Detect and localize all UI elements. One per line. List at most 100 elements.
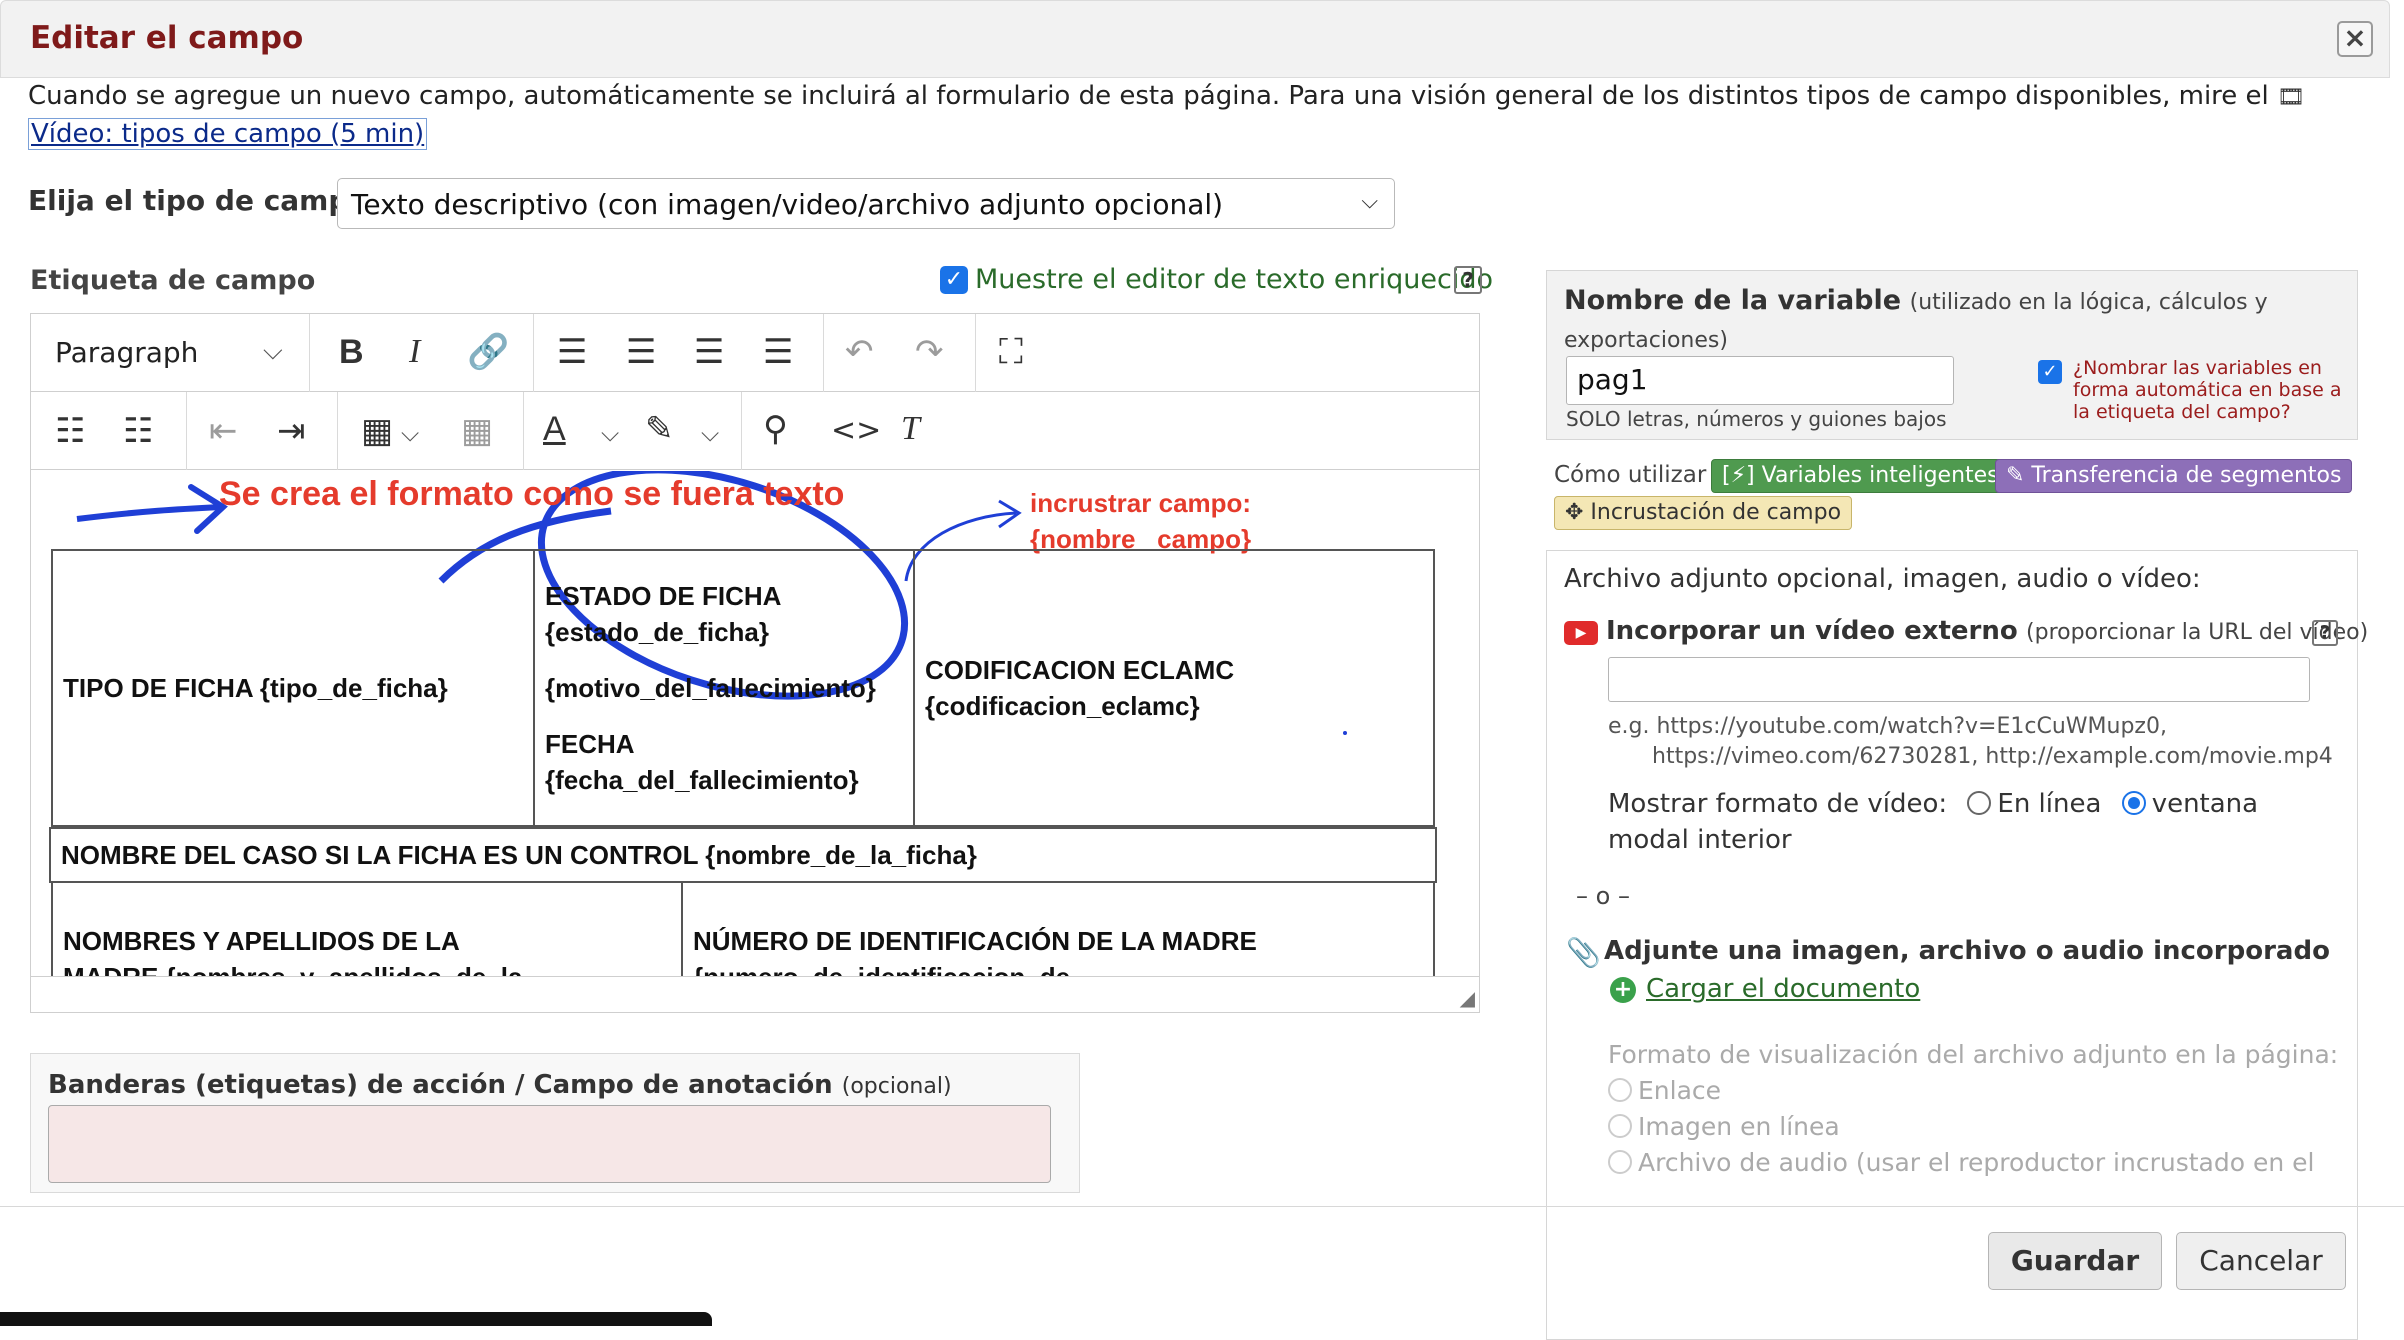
- dialog-titlebar: [0, 0, 2390, 78]
- align-right-icon[interactable]: ☰: [694, 335, 724, 369]
- text-color-icon[interactable]: A: [543, 412, 566, 446]
- chevron-down-icon[interactable]: ⌵: [601, 416, 619, 450]
- field-type-label: Elija el tipo de campo: [28, 184, 368, 217]
- rich-text-label[interactable]: Muestre el editor de texto enriquecido: [975, 264, 1493, 295]
- align-center-icon[interactable]: ☰: [626, 335, 656, 369]
- fullscreen-icon[interactable]: ⛶: [999, 335, 1023, 369]
- display-image-radio[interactable]: [1608, 1114, 1632, 1138]
- variable-name-hint: SOLO letras, números y guiones bajos: [1566, 407, 1947, 431]
- bottom-bar: [0, 1312, 712, 1326]
- cell-text: NOMBRES Y APELLIDOS DE LA: [63, 926, 460, 956]
- display-link-radio[interactable]: [1608, 1078, 1632, 1102]
- display-audio-label[interactable]: Archivo de audio (usar el reproductor in…: [1638, 1148, 2314, 1177]
- video-example: e.g. https://youtube.com/watch?v=E1cCuWM…: [1608, 712, 2333, 772]
- video-format-label: Mostrar formato de vídeo:: [1608, 789, 1948, 819]
- cell-text: MADRE {nombres_y_apellidos_de_la: [63, 959, 671, 976]
- display-link-option[interactable]: Enlace: [1608, 1076, 1721, 1105]
- video-help-button[interactable]: ?: [2312, 620, 2338, 646]
- clear-format-icon[interactable]: T: [901, 412, 920, 446]
- display-image-label[interactable]: Imagen en línea: [1638, 1112, 1840, 1141]
- format-inline-label[interactable]: En línea: [1997, 789, 2101, 819]
- cell-text: {numero_de_identificacion_de: [693, 959, 1423, 976]
- highlight-icon[interactable]: ✎: [645, 412, 674, 446]
- table-icon[interactable]: ▦: [361, 414, 393, 448]
- action-tags-optional: (opcional): [841, 1074, 952, 1099]
- toolbar-divider: [186, 392, 187, 470]
- variable-name-input[interactable]: pag1: [1566, 356, 1954, 405]
- action-tags-input[interactable]: [48, 1105, 1051, 1183]
- format-modal-radio[interactable]: [2121, 791, 2146, 815]
- action-tags-title: Banderas (etiquetas) de acción / Campo d…: [48, 1070, 833, 1100]
- cell-text: TIPO DE FICHA {tipo_de_ficha}: [63, 673, 448, 703]
- save-button[interactable]: Guardar: [1988, 1232, 2162, 1290]
- auto-name-label[interactable]: ¿Nombrar las variables en forma automáti…: [2073, 357, 2351, 423]
- display-link-label[interactable]: Enlace: [1638, 1076, 1721, 1105]
- italic-icon[interactable]: I: [409, 335, 420, 369]
- auto-name-checkbox[interactable]: ✓: [2038, 360, 2062, 384]
- chevron-down-icon[interactable]: ⌵: [701, 416, 719, 450]
- align-left-icon[interactable]: ☰: [557, 335, 587, 369]
- display-image-option[interactable]: Imagen en línea: [1608, 1112, 1840, 1141]
- how-to-label: Cómo utilizar: [1554, 462, 1707, 488]
- intro-sentence: Cuando se agregue un nuevo campo, automá…: [28, 81, 2278, 111]
- align-justify-icon[interactable]: ☰: [763, 335, 793, 369]
- source-code-icon[interactable]: <>: [831, 414, 881, 448]
- close-button[interactable]: ×: [2337, 21, 2373, 57]
- embed-annotation-line1: incrustrar campo:: [1030, 488, 1252, 518]
- table-cell-nombres-madre: NOMBRES Y APELLIDOS DE LA MADRE {nombres…: [51, 881, 683, 976]
- add-circle-icon[interactable]: +: [1610, 977, 1636, 1003]
- field-type-select[interactable]: Texto descriptivo (con imagen/video/arch…: [337, 178, 1395, 229]
- bold-button-icon[interactable]: B: [339, 335, 364, 369]
- display-audio-option[interactable]: Archivo de audio (usar el reproductor in…: [1608, 1148, 2314, 1177]
- table-properties-icon[interactable]: ▦: [461, 414, 493, 448]
- chevron-down-icon[interactable]: ⌵: [401, 416, 419, 450]
- toolbar-divider: [309, 314, 310, 392]
- rich-text-checkbox[interactable]: ✓: [940, 266, 968, 294]
- piping-button[interactable]: ✎ Transferencia de segmentos: [1995, 459, 2353, 493]
- embed-annotation: incrustrar campo: {nombre_ campo}: [1030, 485, 1251, 557]
- cancel-button[interactable]: Cancelar: [2176, 1232, 2346, 1290]
- video-label-title: Incorporar un vídeo externo: [1606, 616, 2018, 646]
- block-format-select[interactable]: Paragraph: [55, 336, 198, 369]
- background-page-edge: [2390, 0, 2404, 1200]
- video-types-link[interactable]: Vídeo: tipos de campo (5 min): [28, 118, 428, 150]
- video-example-line1: e.g. https://youtube.com/watch?v=E1cCuWM…: [1608, 714, 2167, 739]
- editor-statusbar: ◢: [31, 976, 1479, 1012]
- form-table-row1: TIPO DE FICHA {tipo_de_ficha} ESTADO DE …: [51, 549, 1435, 827]
- field-type-value: Texto descriptivo (con imagen/video/arch…: [351, 188, 1224, 221]
- toolbar-divider: [337, 392, 338, 470]
- rich-text-help-button[interactable]: ?: [1454, 266, 1482, 294]
- cell-text: NOMBRE DEL CASO SI LA FICHA ES UN CONTRO…: [61, 840, 977, 870]
- format-inline-radio[interactable]: [1967, 791, 1992, 815]
- numbered-list-icon[interactable]: ☷: [123, 414, 153, 448]
- action-tags-label: Banderas (etiquetas) de acción / Campo d…: [48, 1070, 952, 1100]
- upload-document-link[interactable]: Cargar el documento: [1646, 974, 1920, 1004]
- bullet-list-icon[interactable]: ☷: [55, 414, 85, 448]
- resize-handle-icon[interactable]: ◢: [1460, 986, 1475, 1010]
- video-format-row: Mostrar formato de vídeo: En línea venta…: [1608, 786, 2328, 858]
- chevron-down-icon[interactable]: ⌵: [263, 336, 283, 367]
- attachment-title: Archivo adjunto opcional, imagen, audio …: [1564, 564, 2201, 594]
- editor-content[interactable]: Se crea el formato como se fuera texto i…: [31, 471, 1479, 976]
- table-cell-nombre-caso: NOMBRE DEL CASO SI LA FICHA ES UN CONTRO…: [49, 827, 1437, 883]
- upload-title: Adjunte una imagen, archivo o audio inco…: [1604, 936, 2330, 966]
- cell-text: {estado_de_ficha}: [545, 617, 769, 647]
- field-embedding-button[interactable]: ✥ Incrustación de campo: [1554, 496, 1853, 530]
- display-format-label: Formato de visualización del archivo adj…: [1608, 1040, 2339, 1069]
- video-label: Incorporar un vídeo externo (proporciona…: [1606, 616, 2368, 646]
- table-cell-estado: ESTADO DE FICHA {estado_de_ficha} {motiv…: [533, 549, 915, 827]
- redo-icon[interactable]: ↷: [915, 335, 944, 369]
- toolbar-divider: [533, 314, 534, 392]
- video-url-input[interactable]: [1608, 657, 2310, 702]
- undo-icon[interactable]: ↶: [845, 335, 874, 369]
- field-label-heading: Etiqueta de campo: [30, 265, 316, 296]
- display-audio-radio[interactable]: [1608, 1150, 1632, 1174]
- link-icon[interactable]: 🔗: [467, 335, 509, 369]
- cell-text: {fecha_del_fallecimiento}: [545, 765, 859, 795]
- indent-icon[interactable]: ⇥: [277, 414, 306, 448]
- table-cell-tipo: TIPO DE FICHA {tipo_de_ficha}: [51, 549, 535, 827]
- table-cell-id-madre: NÚMERO DE IDENTIFICACIÓN DE LA MADRE {nu…: [681, 881, 1435, 976]
- smart-variables-button[interactable]: [⚡] Variables inteligentes: [1711, 459, 2010, 493]
- outdent-icon[interactable]: ⇤: [209, 414, 238, 448]
- search-icon[interactable]: ⚲: [763, 412, 788, 446]
